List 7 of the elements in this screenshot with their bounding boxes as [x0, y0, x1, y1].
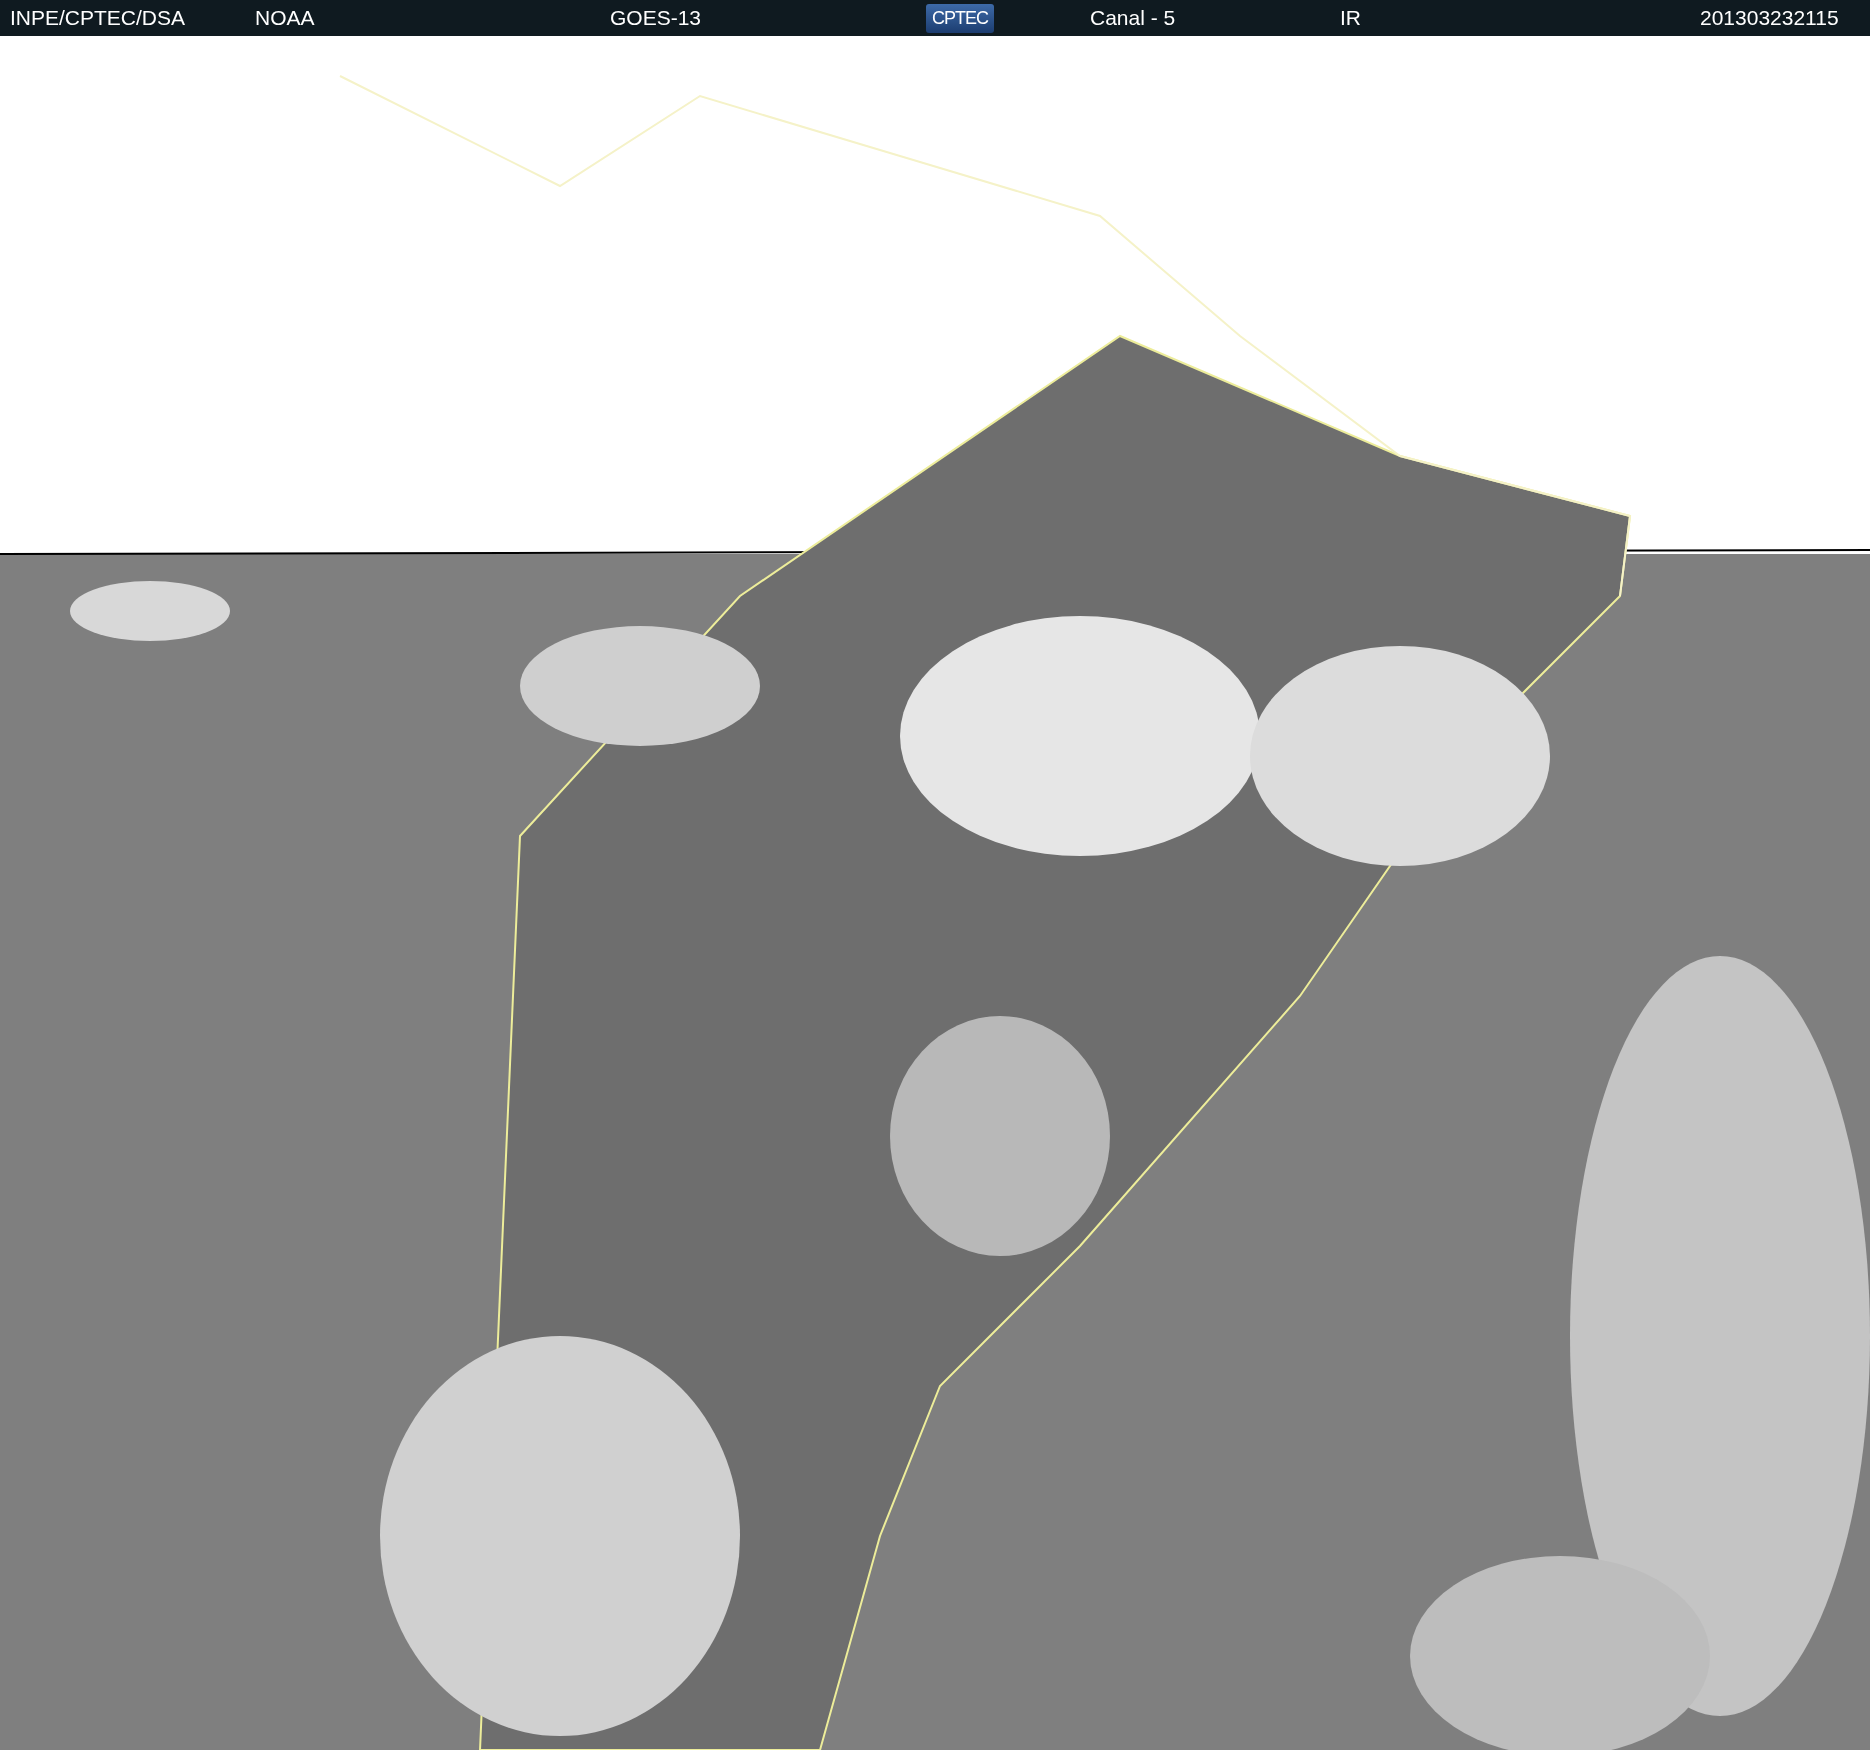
- logo: CPTEC: [926, 3, 994, 33]
- header-label: INPE/CPTEC/DSA: [10, 6, 186, 30]
- header-label: Canal - 5: [1090, 6, 1176, 30]
- header-label: IR: [1340, 6, 1361, 30]
- header-label: GOES-13: [610, 6, 702, 30]
- header-label: 201303232115: [1700, 6, 1839, 30]
- header-label: NOAA: [255, 6, 315, 30]
